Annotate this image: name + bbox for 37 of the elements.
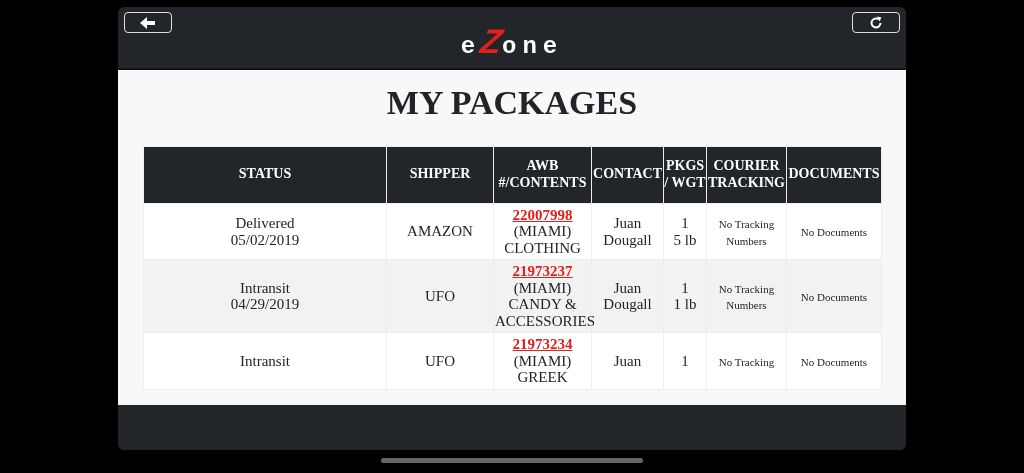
contact-text: Juan Dougall	[603, 279, 652, 313]
refresh-button[interactable]	[852, 12, 900, 33]
status-text: Intransit	[240, 352, 290, 369]
column-header: AWB #/CONTENTS	[494, 146, 591, 203]
back-arrow-icon	[140, 16, 156, 29]
contact-text: Juan Dougall	[603, 215, 652, 248]
logo: eZone	[460, 24, 564, 59]
tracking-text: No Tracking Numbers	[718, 282, 775, 312]
contents-text: (MIAMI) CLOTHING	[504, 223, 581, 256]
status-text: Delivered 05/02/2019	[230, 215, 300, 248]
column-header: PKGS / WGT	[664, 146, 706, 203]
pkgs-weight-text: 1 5 lb	[673, 215, 697, 248]
tracking-text: No Tracking Numbers	[718, 218, 775, 247]
shipper-text: UFO	[425, 352, 455, 369]
column-header: COURIER TRACKING	[707, 146, 786, 203]
shipper-text: AMAZON	[407, 223, 473, 240]
awb-link[interactable]: 22007998	[512, 206, 573, 223]
refresh-icon	[869, 15, 883, 30]
contents-text: (MIAMI) GREEK	[513, 352, 572, 386]
awb-link[interactable]: 21973234	[512, 336, 573, 353]
column-header: STATUS	[144, 146, 386, 203]
back-button[interactable]	[124, 12, 172, 33]
awb-link[interactable]: 21973237	[512, 263, 573, 280]
page-title: MY PACKAGES	[385, 83, 639, 123]
documents-text: No Documents	[800, 226, 868, 239]
pkgs-weight-text: 1	[681, 352, 689, 369]
contact-text: Juan	[613, 352, 642, 369]
documents-text: No Documents	[800, 355, 868, 368]
contents-text: (MIAMI) CANDY & ACCESSORIES	[495, 279, 596, 329]
documents-text: No Documents	[800, 291, 868, 304]
pkgs-weight-text: 1 1 lb	[673, 279, 697, 313]
column-header: CONTACT	[592, 146, 663, 203]
status-text: Intransit 04/29/2019	[230, 279, 300, 313]
shipper-text: UFO	[425, 288, 455, 305]
column-header: DOCUMENTS	[787, 146, 881, 203]
column-header: SHIPPER	[387, 146, 493, 203]
tracking-text: No Tracking	[718, 355, 775, 368]
